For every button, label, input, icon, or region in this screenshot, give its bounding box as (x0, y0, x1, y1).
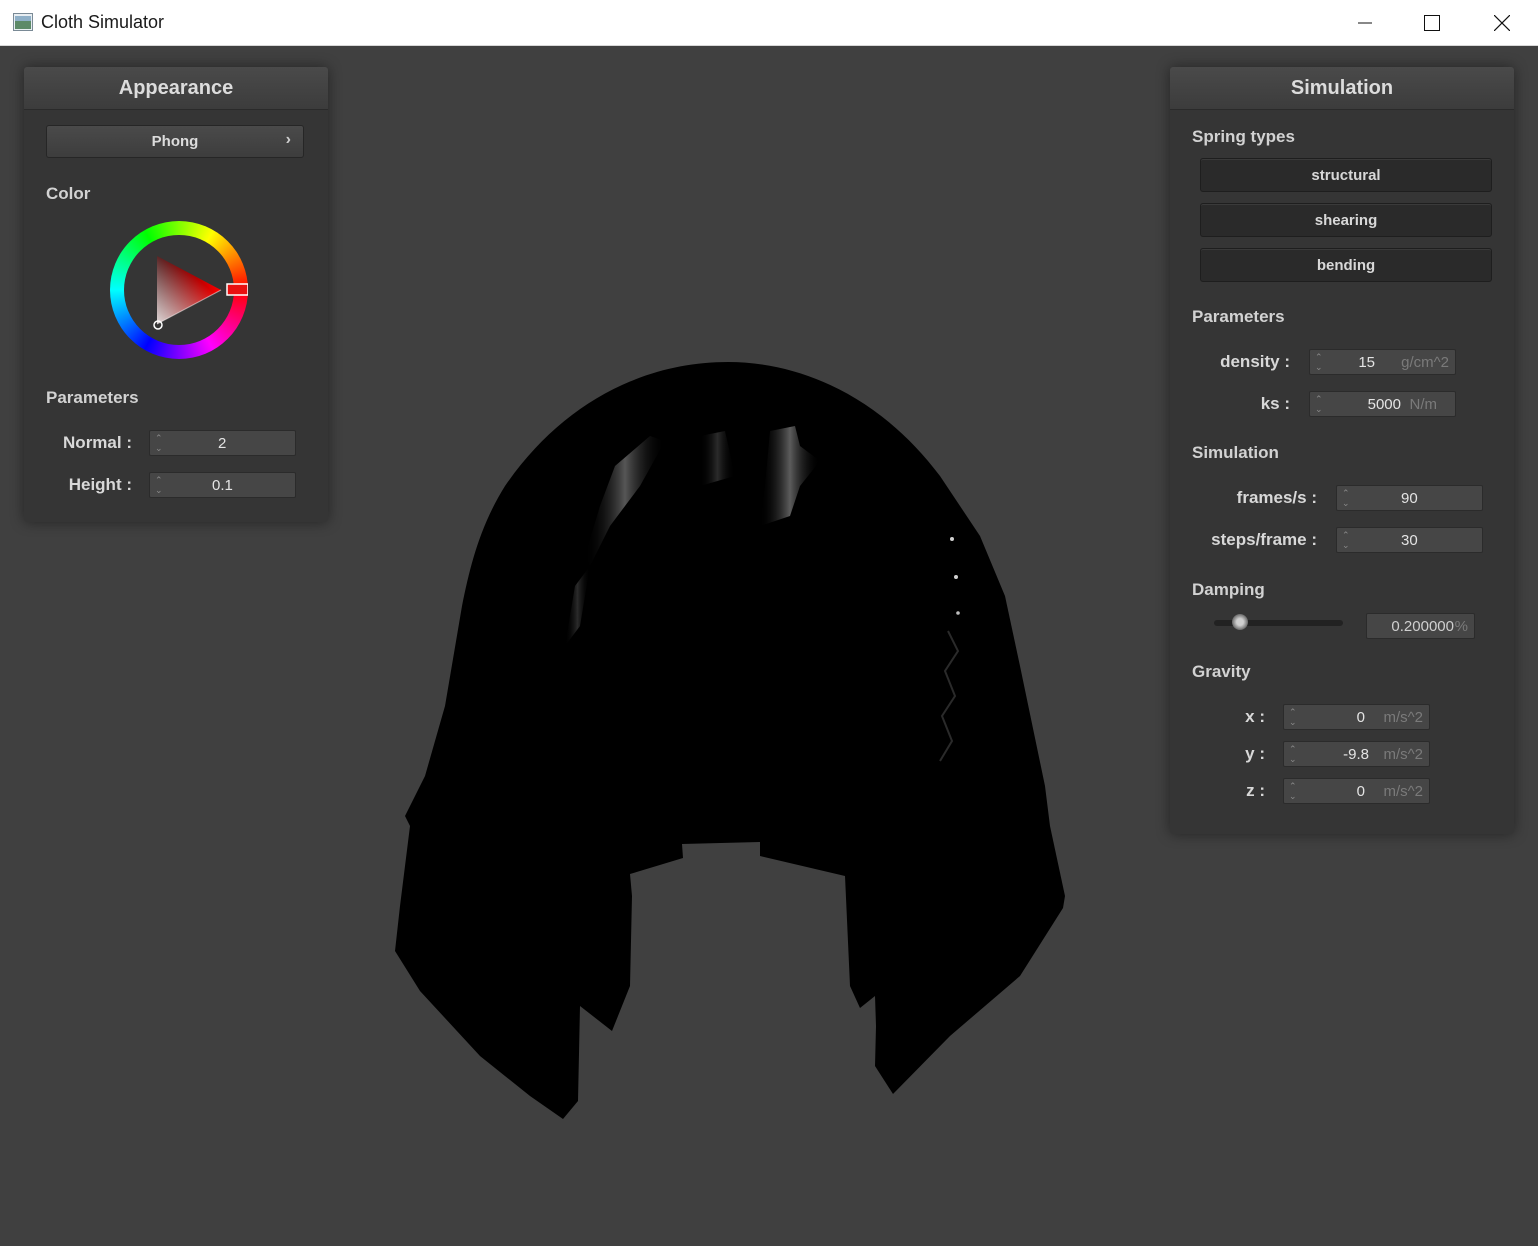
ks-unit: N/m (1409, 396, 1438, 413)
spinner-icon[interactable]: ⌃ ⌄ (1289, 744, 1297, 764)
ks-label: ks : (1260, 394, 1290, 413)
gravity-y-label: y : (1245, 744, 1265, 763)
density-input[interactable]: ⌃ ⌄ 15 g/cm^2 (1309, 349, 1456, 375)
steps-label: steps/frame : (1211, 530, 1317, 549)
gravity-label: Gravity (1192, 662, 1251, 681)
damping-slider-handle[interactable] (1231, 614, 1248, 630)
gravity-y-value: -9.8 (1343, 746, 1369, 763)
spinner-icon[interactable]: ⌃ ⌄ (1342, 488, 1350, 508)
spring-types-label: Spring types (1192, 127, 1295, 146)
app-icon (13, 13, 33, 31)
gravity-z-label: z : (1246, 781, 1265, 800)
normal-value: 2 (218, 435, 227, 452)
appearance-panel-title: Appearance (24, 67, 328, 110)
simulation-panel-title: Simulation (1170, 67, 1514, 110)
structural-button[interactable]: structural (1200, 158, 1492, 192)
damping-input[interactable]: 0.200000 % (1366, 613, 1475, 639)
gravity-z-unit: m/s^2 (1383, 783, 1423, 800)
window-title: Cloth Simulator (41, 12, 165, 32)
gravity-y-input[interactable]: ⌃ ⌄ -9.8 m/s^2 (1283, 741, 1430, 767)
damping-value: 0.200000 (1391, 618, 1454, 635)
damping-unit: % (1454, 618, 1468, 635)
fps-value: 90 (1401, 490, 1418, 507)
shearing-button[interactable]: shearing (1200, 203, 1492, 237)
gravity-z-value: 0 (1356, 783, 1365, 800)
appearance-panel: Appearance Phong › Color Parameters Norm… (24, 67, 328, 522)
ks-value: 5000 (1367, 396, 1401, 413)
fps-input[interactable]: ⌃ ⌄ 90 (1336, 485, 1483, 511)
gravity-x-unit: m/s^2 (1383, 709, 1423, 726)
maximize-icon (1424, 14, 1440, 31)
shader-dropdown[interactable]: Phong › (46, 125, 304, 158)
spinner-icon[interactable]: ⌃ ⌄ (1289, 781, 1297, 801)
height-input[interactable]: ⌃ ⌄ 0.1 (149, 472, 296, 498)
normal-label: Normal : (63, 433, 132, 452)
title-bar: Cloth Simulator (0, 0, 1538, 46)
gravity-x-input[interactable]: ⌃ ⌄ 0 m/s^2 (1283, 704, 1430, 730)
bending-button[interactable]: bending (1200, 248, 1492, 282)
close-button[interactable] (1467, 0, 1537, 45)
spinner-icon[interactable]: ⌃ ⌄ (155, 475, 163, 495)
maximize-button[interactable] (1397, 0, 1467, 45)
density-value: 15 (1358, 354, 1375, 371)
chevron-right-icon: › (285, 131, 291, 148)
steps-input[interactable]: ⌃ ⌄ 30 (1336, 527, 1483, 553)
minimize-icon (1358, 22, 1372, 23)
gravity-x-value: 0 (1356, 709, 1365, 726)
color-label: Color (46, 184, 91, 203)
fps-label: frames/s : (1236, 488, 1317, 507)
density-label: density : (1220, 352, 1290, 371)
color-triangle[interactable] (110, 221, 248, 359)
hue-selector-handle[interactable] (226, 283, 248, 296)
spinner-icon[interactable]: ⌃ ⌄ (1289, 707, 1297, 727)
height-value: 0.1 (212, 477, 233, 494)
gravity-x-label: x : (1245, 707, 1265, 726)
gravity-y-unit: m/s^2 (1383, 746, 1423, 763)
simulation-parameters-label: Parameters (1192, 307, 1285, 326)
simulation-section-label: Simulation (1192, 443, 1279, 462)
color-wheel[interactable] (110, 221, 248, 359)
ks-input[interactable]: ⌃ ⌄ 5000 N/m (1309, 391, 1456, 417)
spinner-icon[interactable]: ⌃ ⌄ (1342, 530, 1350, 550)
normal-input[interactable]: ⌃ ⌄ 2 (149, 430, 296, 456)
spinner-icon[interactable]: ⌃ ⌄ (155, 433, 163, 453)
density-unit: g/cm^2 (1401, 354, 1449, 371)
spinner-icon[interactable]: ⌃ ⌄ (1315, 352, 1323, 372)
minimize-button[interactable] (1330, 0, 1400, 45)
appearance-parameters-label: Parameters (46, 388, 139, 407)
gravity-z-input[interactable]: ⌃ ⌄ 0 m/s^2 (1283, 778, 1430, 804)
simulation-panel: Simulation Spring types structural shear… (1170, 67, 1514, 834)
height-label: Height : (68, 475, 132, 494)
shader-dropdown-label: Phong (151, 133, 199, 150)
close-icon (1494, 14, 1510, 31)
steps-value: 30 (1401, 532, 1418, 549)
damping-label: Damping (1192, 580, 1265, 599)
spinner-icon[interactable]: ⌃ ⌄ (1315, 394, 1323, 414)
damping-slider[interactable] (1214, 614, 1343, 630)
